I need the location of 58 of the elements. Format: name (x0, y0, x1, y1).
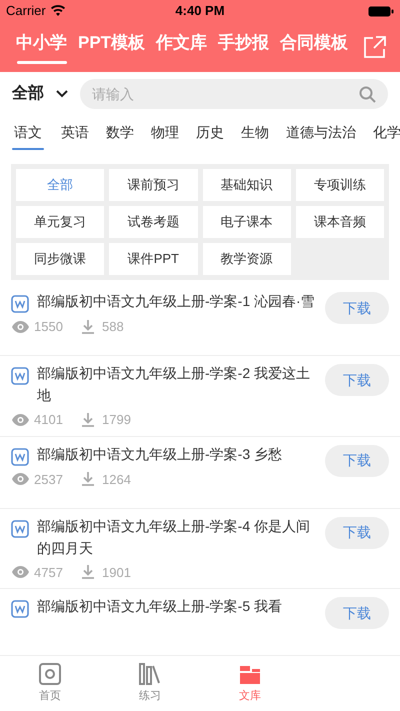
word-document-icon (11, 600, 29, 618)
category-chip[interactable]: 基础知识 (202, 169, 291, 201)
download-icon (82, 472, 94, 486)
eye-icon (12, 414, 29, 426)
category-chip[interactable]: 单元复习 (16, 206, 104, 238)
carrier-text: Carrier (6, 2, 46, 20)
chevron-down-icon (56, 90, 68, 98)
category-chip[interactable]: 电子课本 (202, 206, 291, 238)
view-count: 1550 (34, 318, 63, 336)
nav-tab[interactable]: 首页 (0, 656, 100, 711)
document-title[interactable]: 部编版初中语文九年级上册-学案-3 乡愁 (37, 442, 290, 464)
home-icon (39, 662, 61, 685)
eye-icon (12, 473, 29, 486)
eye-icon (12, 320, 29, 333)
books-icon (139, 662, 161, 685)
document-title[interactable]: 部编版初中语文九年级上册-学案-2 我爱这土地 (37, 362, 325, 406)
word-document-icon (11, 448, 29, 466)
download-count: 588 (102, 318, 124, 336)
subject-tab[interactable]: 英语 (61, 122, 89, 150)
view-count: 4101 (34, 411, 63, 429)
category-chip[interactable]: 试卷考题 (109, 206, 198, 238)
subject-tab[interactable]: 历史 (196, 122, 224, 150)
download-icon (82, 565, 94, 580)
download-count: 1799 (102, 411, 131, 429)
subject-tab[interactable]: 生物 (241, 122, 269, 150)
subject-tab[interactable]: 道德与法治 (286, 122, 356, 150)
category-chip[interactable]: 同步微课 (16, 243, 104, 275)
download-icon (82, 320, 94, 334)
document-title[interactable]: 部编版初中语文九年级上册-学案-1 沁园春·雪 (37, 290, 323, 312)
scope-dropdown[interactable]: 全部 (12, 82, 68, 106)
view-count: 4757 (34, 564, 63, 582)
category-chip[interactable]: 课本音频 (296, 206, 384, 238)
document-title[interactable]: 部编版初中语文九年级上册-学案-5 我看 (37, 595, 290, 617)
category-chip[interactable]: 课件PPT (109, 243, 198, 275)
nav-tab[interactable]: 练习 (100, 656, 200, 711)
subject-tab[interactable]: 数学 (106, 122, 134, 150)
subject-tab[interactable]: 语文 (12, 122, 44, 150)
word-document-icon (11, 520, 29, 538)
download-count: 1901 (102, 564, 131, 582)
battery-icon (368, 6, 394, 16)
word-document-icon (11, 367, 29, 385)
category-chip[interactable]: 专项训练 (296, 169, 384, 201)
category-chip[interactable]: 课前预习 (109, 169, 198, 201)
download-icon (82, 412, 94, 427)
clock-text: 4:40 PM (175, 2, 225, 20)
word-document-icon (11, 295, 29, 313)
category-chip[interactable]: 教学资源 (202, 243, 291, 275)
search-field[interactable]: 请输入 (80, 79, 388, 109)
wifi-icon (50, 5, 66, 17)
subject-tab[interactable]: 化学 (373, 122, 400, 150)
view-count: 2537 (34, 470, 63, 488)
eye-icon (12, 566, 29, 578)
subject-tab[interactable]: 物理 (151, 122, 179, 150)
document-title[interactable]: 部编版初中语文九年级上册-学案-4 你是人间的四月天 (37, 514, 325, 558)
share-icon[interactable] (364, 36, 386, 58)
category-chip[interactable]: 全部 (16, 169, 104, 201)
search-icon (359, 86, 376, 103)
download-count: 1264 (102, 470, 131, 488)
